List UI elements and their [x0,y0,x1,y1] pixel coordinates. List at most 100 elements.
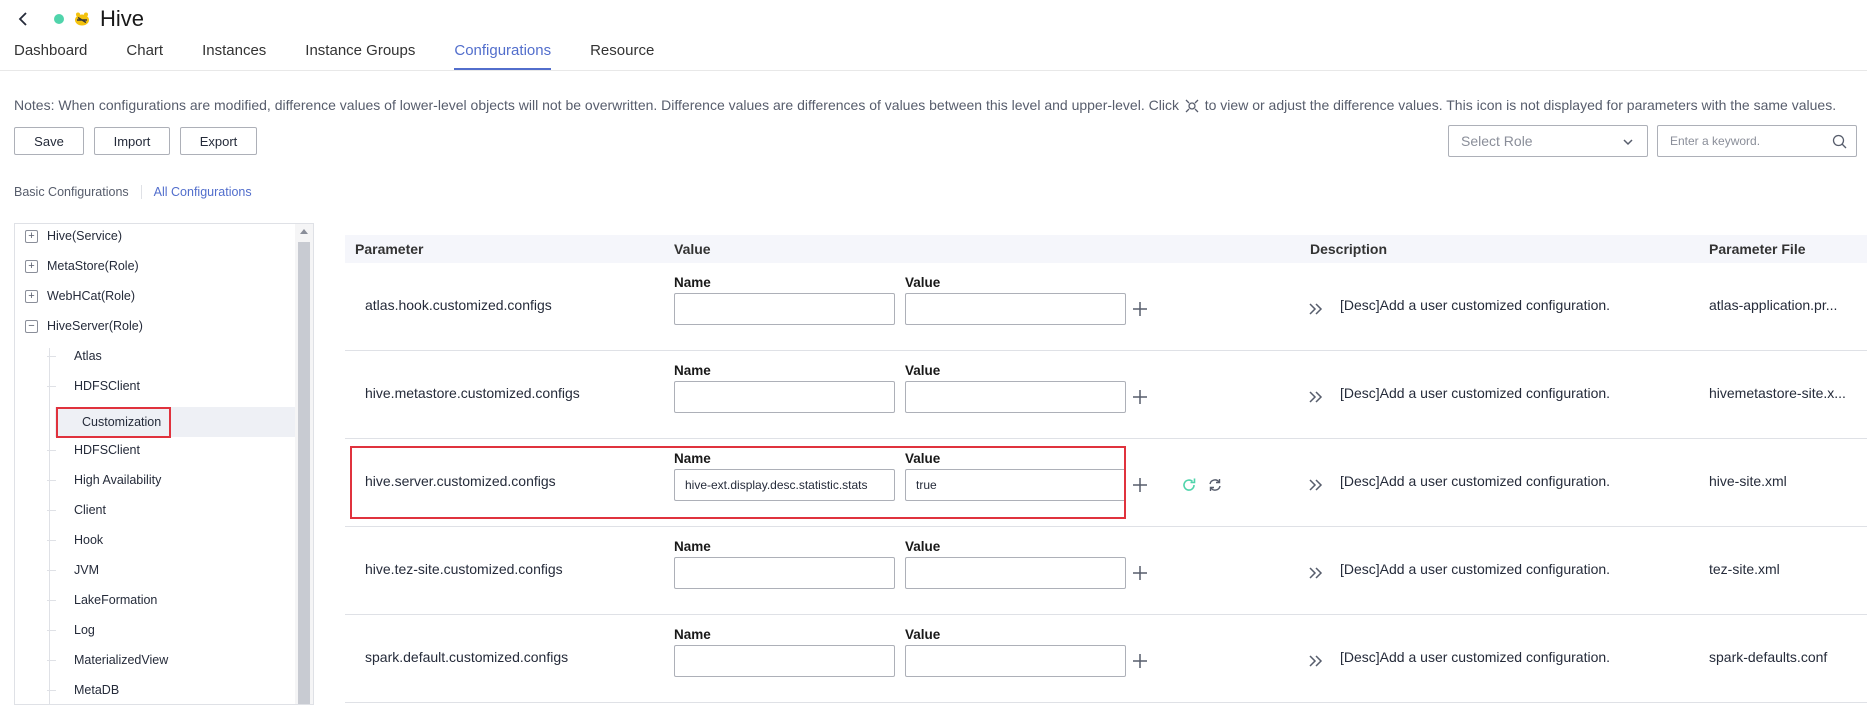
tab-chart[interactable]: Chart [126,42,163,72]
tree-leaf-lakeformation[interactable]: LakeFormation [47,589,157,611]
tab-instance-groups[interactable]: Instance Groups [305,42,415,72]
name-label: Name [674,539,711,554]
tree-leaf-hdfsclient-2[interactable]: HDFSClient [47,439,140,461]
tree-node-metastore-role[interactable]: + MetaStore(Role) [25,255,139,277]
tree-node-label: MetaStore(Role) [47,259,139,273]
name-field[interactable] [674,381,895,413]
add-icon[interactable] [1132,477,1148,493]
import-button[interactable]: Import [94,127,170,155]
page-title: Hive [100,6,145,31]
notes-after: to view or adjust the difference values.… [1204,97,1837,113]
role-select-placeholder: Select Role [1461,133,1533,149]
value-field[interactable] [905,381,1126,413]
search-input[interactable] [1670,134,1830,148]
expand-description-icon[interactable] [1308,565,1324,581]
tree-tick [47,539,56,541]
role-select[interactable]: Select Role [1448,125,1648,157]
parameter-file: hive-site.xml [1709,473,1787,489]
header-value: Value [674,241,711,257]
tab-basic-configurations[interactable]: Basic Configurations [14,185,129,199]
expand-description-icon[interactable] [1308,653,1324,669]
save-button[interactable]: Save [14,127,84,155]
config-view-tabs: Basic Configurations All Configurations [14,185,252,199]
tree-node-label: HiveServer(Role) [47,319,143,333]
back-arrow-icon[interactable] [14,10,32,28]
tree-tick [47,659,56,661]
value-label: Value [905,539,941,554]
tree-tick [47,479,56,481]
restore-default-icon[interactable] [1181,477,1197,493]
tree-node-hiveserver-role[interactable]: − HiveServer(Role) [25,315,143,337]
header-parameter-file: Parameter File [1709,241,1806,257]
tree-leaf-label: HDFSClient [74,379,140,393]
tree-leaf-hook[interactable]: Hook [47,529,103,551]
tab-all-configurations[interactable]: All Configurations [154,185,252,199]
export-button[interactable]: Export [180,127,257,155]
value-field[interactable] [905,293,1126,325]
expand-description-icon[interactable] [1308,389,1324,405]
tree-node-label: WebHCat(Role) [47,289,135,303]
tree-tick [47,355,56,357]
add-icon[interactable] [1132,653,1148,669]
tree-leaf-atlas[interactable]: Atlas [47,345,102,367]
subtab-divider [140,185,142,199]
modified-row-highlight [350,446,1126,519]
chevron-down-icon [1623,139,1633,146]
header-description: Description [1310,241,1388,257]
tab-configurations[interactable]: Configurations [454,42,551,72]
scroll-up-icon[interactable] [300,228,308,234]
add-icon[interactable] [1132,389,1148,405]
tree-leaf-client[interactable]: Client [47,499,106,521]
tab-instances[interactable]: Instances [202,42,266,72]
name-field[interactable] [674,557,895,589]
search-icon[interactable] [1832,134,1847,149]
expand-description-icon[interactable] [1308,477,1324,493]
add-icon[interactable] [1132,301,1148,317]
tree-scrollbar[interactable] [295,224,313,704]
description-text: [Desc]Add a user customized configuratio… [1340,297,1611,313]
tree-node-webhcat-role[interactable]: + WebHCat(Role) [25,285,135,307]
main-tabs: Dashboard Chart Instances Instance Group… [14,42,693,72]
add-icon[interactable] [1132,565,1148,581]
value-field[interactable] [905,557,1126,589]
tab-dashboard[interactable]: Dashboard [14,42,87,72]
table-row: hive.tez-site.customized.configs Name Va… [345,527,1867,615]
tree-leaf-jvm[interactable]: JVM [47,559,99,581]
tab-divider [0,70,1867,71]
name-field[interactable] [674,293,895,325]
tab-resource[interactable]: Resource [590,42,654,72]
sync-icon[interactable] [1207,477,1223,493]
name-label: Name [674,627,711,642]
expand-icon[interactable]: + [25,259,38,273]
tree-leaf-label: LakeFormation [74,593,158,607]
header-parameter: Parameter [355,241,424,257]
hive-logo-icon [75,12,89,26]
tree-leaf-high-availability[interactable]: High Availability [47,469,161,491]
tree-tick [47,569,56,571]
expand-icon[interactable]: + [25,229,38,243]
scrollbar-thumb[interactable] [298,242,310,704]
tree-leaf-label: MetaDB [74,683,120,697]
value-label: Value [905,275,941,290]
tree-tick [47,629,56,631]
parameter-file: spark-defaults.conf [1709,649,1828,665]
tree-leaf-label: High Availability [74,473,162,487]
value-field[interactable] [905,645,1126,677]
collapse-icon[interactable]: − [25,319,38,333]
value-label: Value [905,627,941,642]
value-label: Value [905,363,941,378]
tree-leaf-metadb[interactable]: MetaDB [47,679,119,701]
description-text: [Desc]Add a user customized configuratio… [1340,649,1611,665]
tree-leaf-label: Client [74,503,106,517]
table-row: spark.default.customized.configs Name Va… [345,615,1867,703]
tree-tick [47,599,56,601]
name-field[interactable] [674,645,895,677]
tree-leaf-materializedview[interactable]: MaterializedView [47,649,168,671]
tree-leaf-log[interactable]: Log [47,619,95,641]
tree-node-hive-service[interactable]: + Hive(Service) [25,225,122,247]
expand-description-icon[interactable] [1308,301,1324,317]
table-header: Parameter Value Description Parameter Fi… [345,235,1867,263]
expand-icon[interactable]: + [25,289,38,303]
title-bar: Hive [14,6,144,32]
tree-leaf-hdfsclient[interactable]: HDFSClient [47,375,140,397]
